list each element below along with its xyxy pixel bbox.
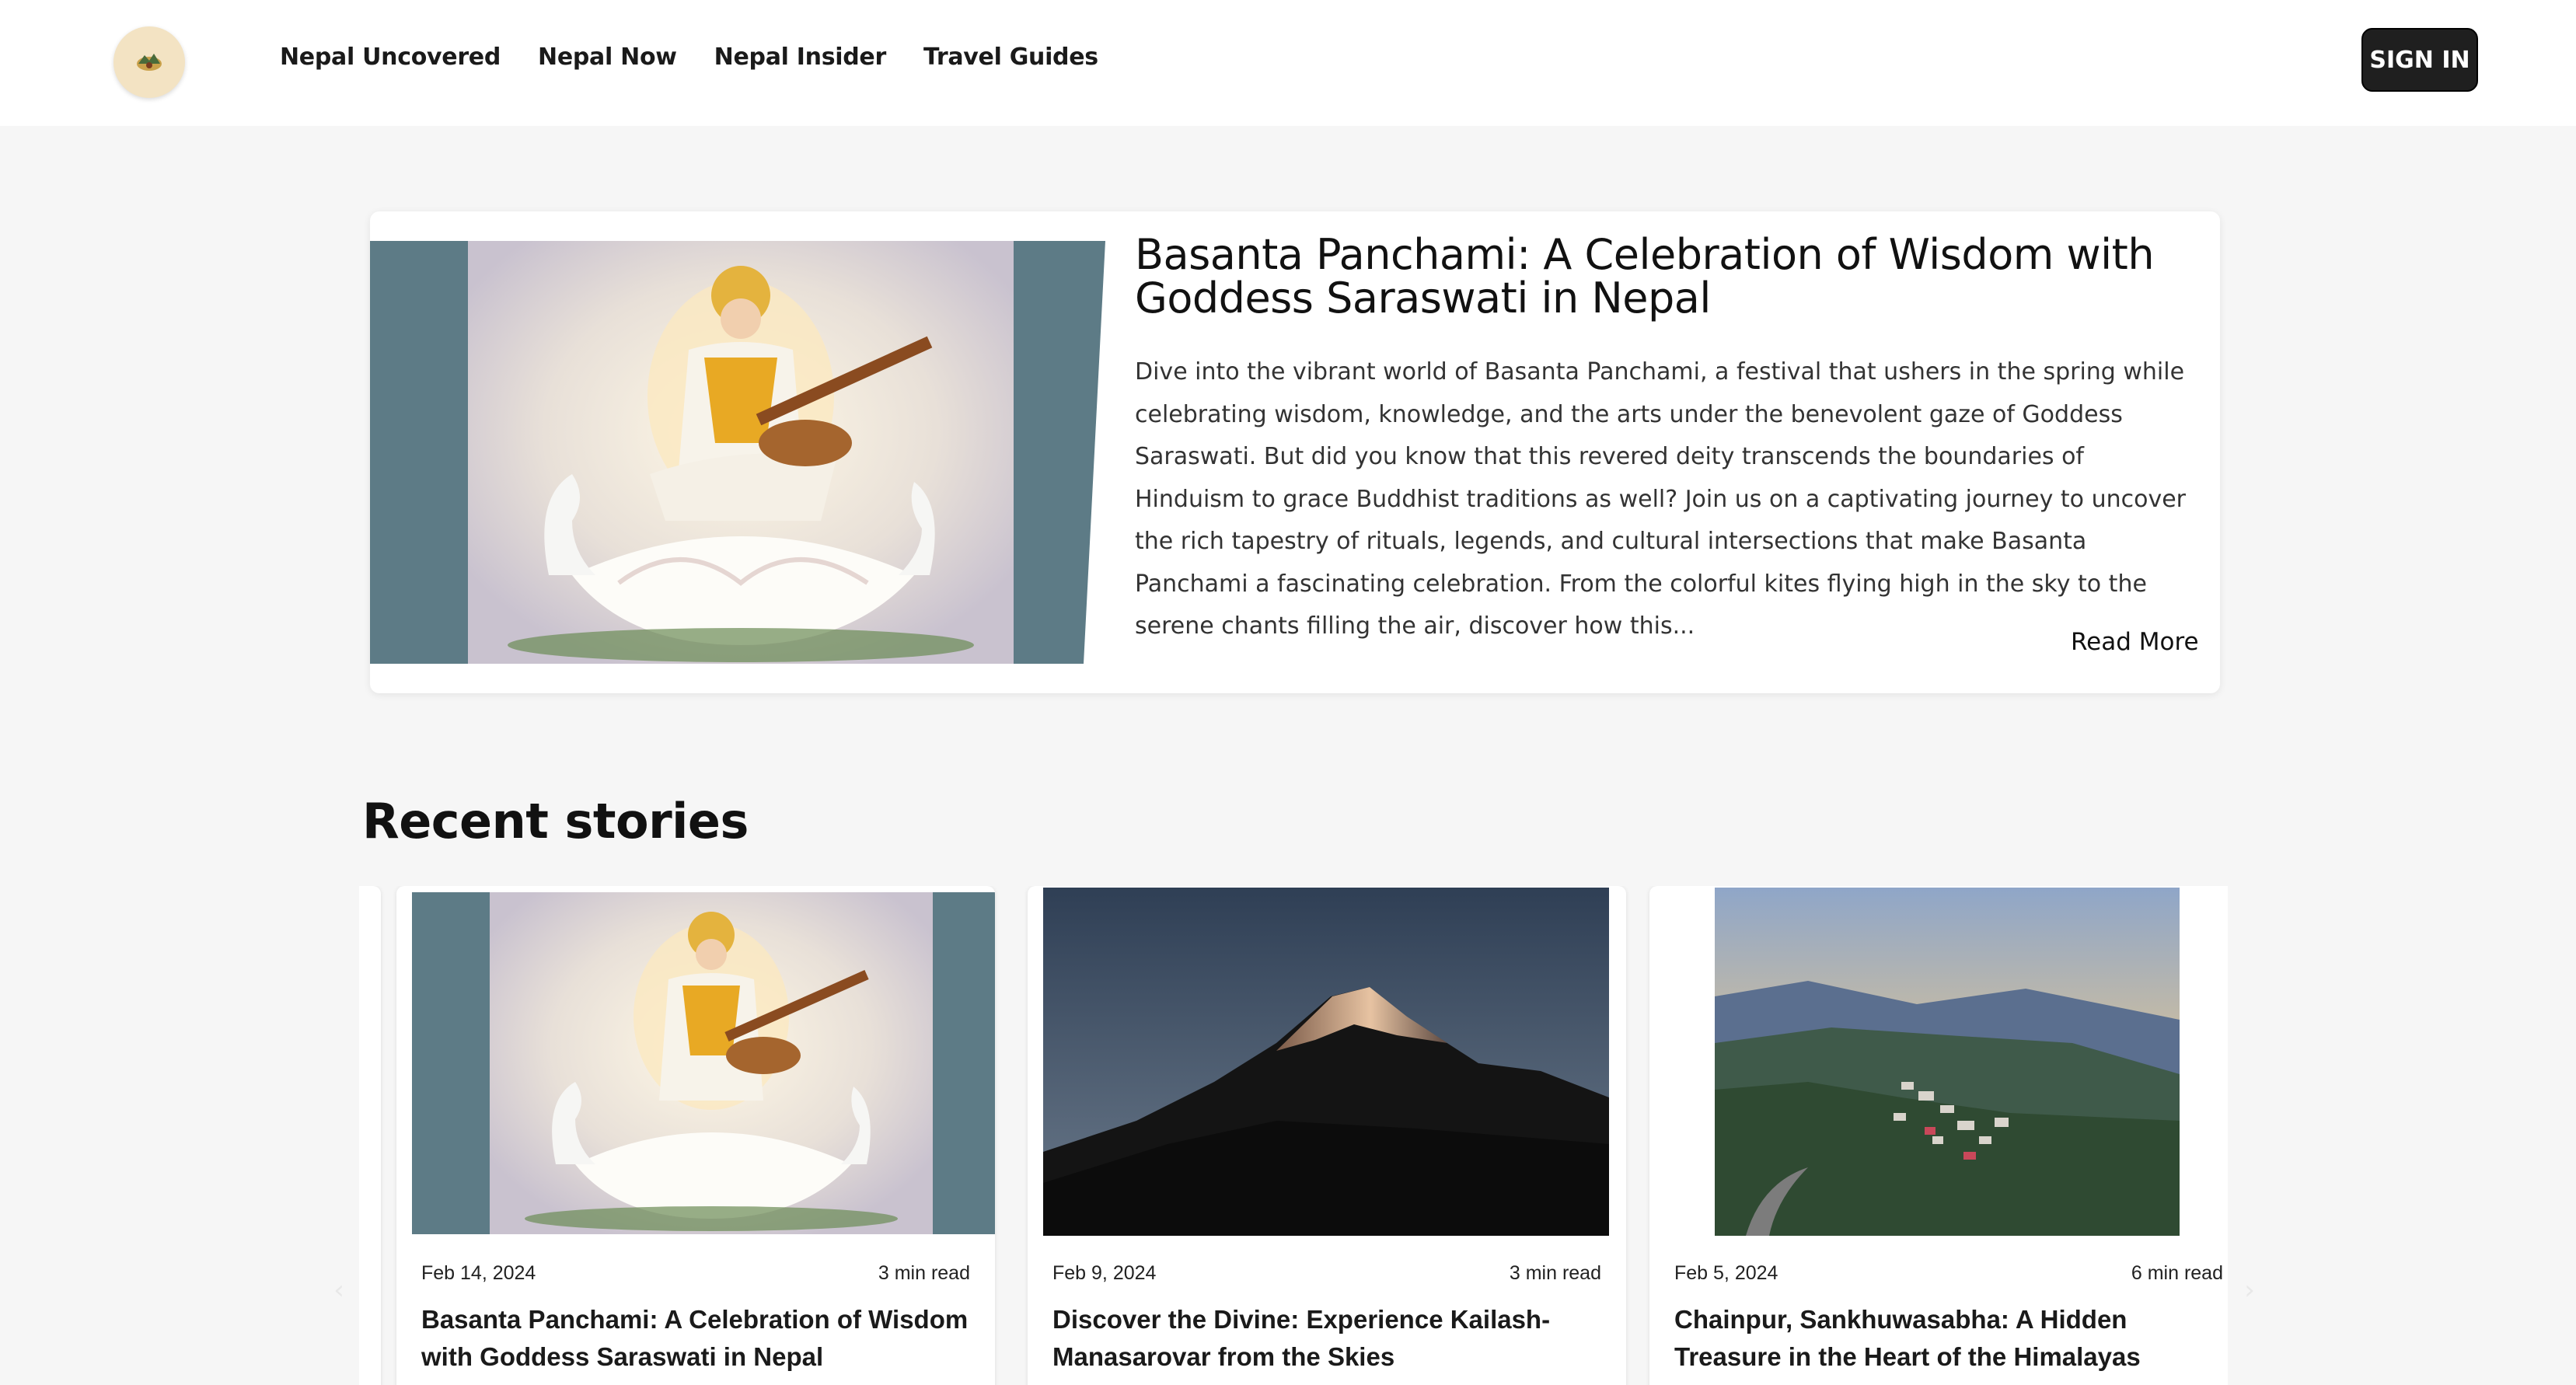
read-more-link[interactable]: Read More: [2071, 628, 2199, 656]
story-meta: Feb 14, 2024 3 min read: [421, 1262, 970, 1285]
story-card[interactable]: Feb 5, 2024 6 min read Chainpur, Sankhuw…: [1649, 886, 2228, 1385]
story-read-time: 3 min read: [878, 1262, 970, 1284]
story-title[interactable]: Discover the Divine: Experience Kailash-…: [1052, 1301, 1612, 1376]
featured-title[interactable]: Basanta Panchami: A Celebration of Wisdo…: [1135, 233, 2161, 320]
featured-article-card[interactable]: Basanta Panchami: A Celebration of Wisdo…: [370, 211, 2220, 693]
chevron-left-icon[interactable]: ‹: [323, 1275, 354, 1306]
site-header: Nepal Uncovered Nepal Now Nepal Insider …: [0, 0, 2576, 126]
story-title[interactable]: Basanta Panchami: A Celebration of Wisdo…: [421, 1301, 981, 1376]
featured-description: Dive into the vibrant world of Basanta P…: [1135, 358, 2186, 640]
logo[interactable]: [113, 26, 185, 98]
nav-nepal-uncovered[interactable]: Nepal Uncovered: [280, 44, 501, 71]
story-card[interactable]: Feb 9, 2024 3 min read Discover the Divi…: [1028, 886, 1626, 1385]
story-image[interactable]: [1715, 888, 2180, 1236]
story-date: Feb 9, 2024: [1052, 1262, 1157, 1284]
chevron-right-icon[interactable]: ›: [2234, 1275, 2265, 1306]
nav-nepal-now[interactable]: Nepal Now: [538, 44, 677, 71]
story-read-time: 6 min read: [2131, 1262, 2223, 1284]
partial-card: [359, 886, 381, 1385]
story-card[interactable]: Feb 14, 2024 3 min read Basanta Panchami…: [396, 886, 995, 1385]
recent-stories-title: Recent stories: [362, 793, 749, 849]
sign-in-button[interactable]: SIGN IN: [2361, 28, 2478, 92]
story-image[interactable]: [1043, 888, 1609, 1236]
story-title[interactable]: Chainpur, Sankhuwasabha: A Hidden Treasu…: [1674, 1301, 2228, 1376]
nav-nepal-insider[interactable]: Nepal Insider: [714, 44, 887, 71]
recent-stories-carousel: Feb 14, 2024 3 min read Basanta Panchami…: [359, 886, 2228, 1385]
nav-travel-guides[interactable]: Travel Guides: [923, 44, 1098, 71]
story-date: Feb 5, 2024: [1674, 1262, 1778, 1284]
story-meta: Feb 9, 2024 3 min read: [1052, 1262, 1601, 1285]
story-image[interactable]: [412, 892, 995, 1234]
story-read-time: 3 min read: [1509, 1262, 1601, 1284]
featured-image[interactable]: [370, 241, 1105, 664]
story-date: Feb 14, 2024: [421, 1262, 536, 1284]
main-nav: Nepal Uncovered Nepal Now Nepal Insider …: [280, 44, 1098, 71]
nepal-logo-icon: [137, 54, 162, 71]
story-meta: Feb 5, 2024 6 min read: [1674, 1262, 2223, 1285]
